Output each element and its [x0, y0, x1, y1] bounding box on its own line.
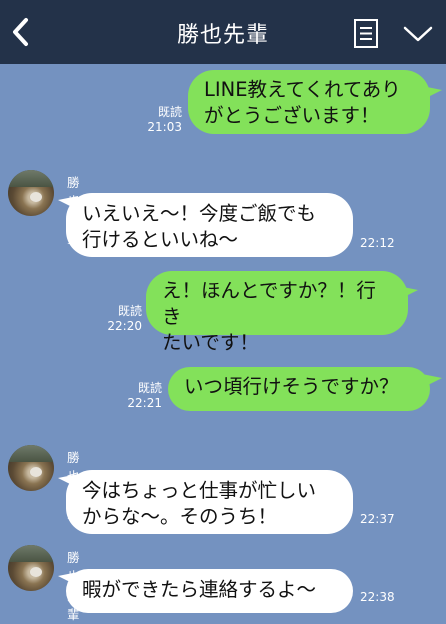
read-receipt: 既読 22:20	[100, 304, 142, 334]
message-line: LINE教えてくれてあり	[204, 78, 401, 101]
chevron-down-icon	[403, 26, 433, 42]
expand-button[interactable]	[403, 25, 433, 43]
message-bubble[interactable]: え！ほんとですか？！行き たいです！	[146, 271, 408, 354]
message-line: 暇ができたら連絡するよ〜	[82, 578, 317, 601]
menu-button[interactable]	[354, 19, 378, 48]
message-line: いえいえ〜！今度ご飯でも	[82, 202, 317, 225]
message-bubble[interactable]: LINE教えてくれてあり がとうございます！	[188, 70, 430, 134]
read-label: 既読	[137, 381, 162, 395]
timestamp: 22:20	[107, 319, 142, 333]
message-bubble[interactable]: 今はちょっと仕事が忙しい からな〜。そのうち！	[66, 470, 353, 534]
message-line: いつ頃行けそうですか？	[184, 375, 399, 398]
read-receipt: 既読 21:03	[136, 105, 182, 135]
list-icon	[354, 19, 378, 48]
message-bubble[interactable]: いつ頃行けそうですか？	[168, 367, 430, 411]
avatar[interactable]	[8, 445, 54, 491]
read-label: 既読	[117, 304, 142, 318]
message-line: 今はちょっと仕事が忙しい	[82, 479, 317, 502]
message-bubble[interactable]: いえいえ〜！今度ご飯でも 行けるといいね〜	[66, 193, 353, 257]
timestamp: 22:21	[127, 396, 162, 410]
read-receipt: 既読 22:21	[120, 381, 162, 411]
message-line: からな〜。そのうち！	[82, 505, 278, 528]
message-line: がとうございます！	[204, 104, 380, 127]
message-line: たいです！	[162, 331, 259, 354]
message-line: 行けるといいね〜	[82, 228, 239, 251]
message-line: え！ほんとですか？！行き	[162, 279, 376, 328]
avatar[interactable]	[8, 170, 54, 216]
timestamp: 22:37	[360, 512, 395, 526]
avatar[interactable]	[8, 545, 54, 591]
timestamp: 21:03	[147, 120, 182, 134]
timestamp: 22:12	[360, 236, 395, 250]
timestamp: 22:38	[360, 590, 395, 604]
message-bubble[interactable]: 暇ができたら連絡するよ〜	[66, 569, 353, 613]
chat-header: 勝也先輩	[0, 0, 446, 64]
read-label: 既読	[157, 105, 182, 119]
chat-title: 勝也先輩	[176, 23, 269, 48]
